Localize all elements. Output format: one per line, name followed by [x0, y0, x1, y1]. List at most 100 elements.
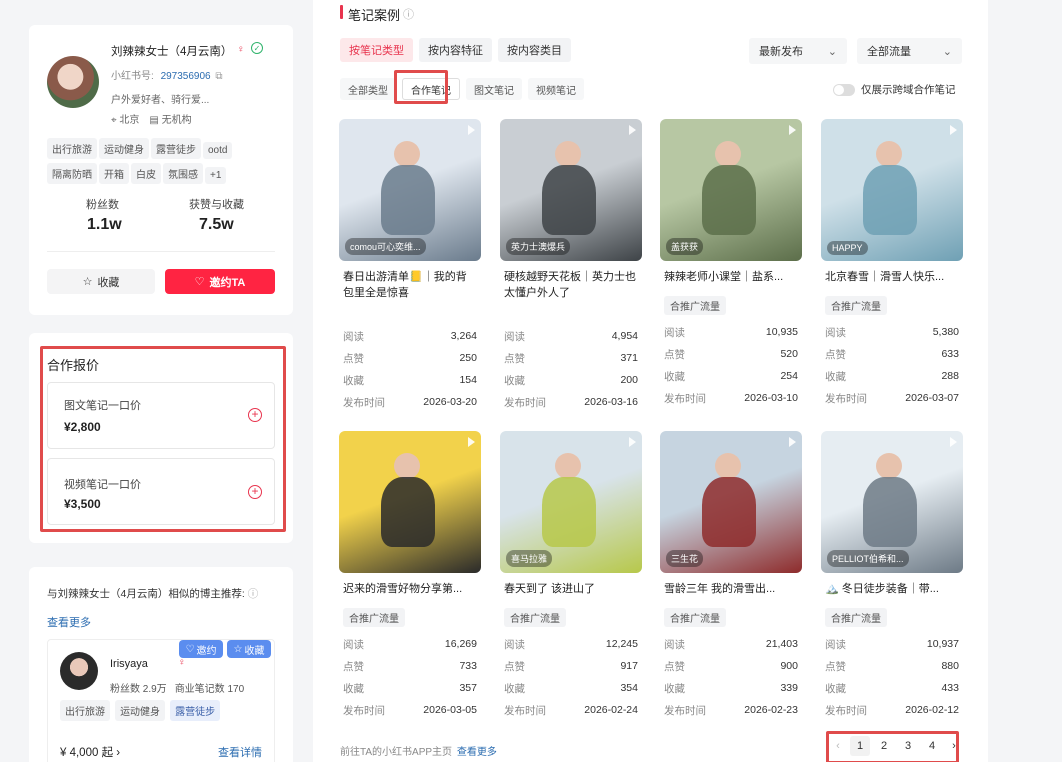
- collect-button-label: 收藏: [97, 276, 120, 289]
- play-icon: [629, 437, 636, 447]
- tab-content-category[interactable]: 按内容类目: [498, 38, 571, 62]
- stat-read-label: 阅读: [664, 638, 685, 651]
- tab-content-feature[interactable]: 按内容特征: [419, 38, 492, 62]
- page-4[interactable]: 4: [922, 740, 942, 752]
- note-card[interactable]: 盖获获 辣辣老师小课堂｜盐系... 合推广流量 阅读 10,935 点赞 520 收藏 254 发…: [660, 119, 802, 409]
- stat-read-label: 阅读: [343, 638, 364, 651]
- stat-fav-value: 354: [620, 682, 638, 694]
- note-title[interactable]: 春日出游清单📒｜我的背包里全是惊喜: [339, 269, 481, 301]
- tab-note-type[interactable]: 按笔记类型: [340, 38, 413, 62]
- title-accent: [340, 5, 343, 19]
- page-3[interactable]: 3: [898, 740, 918, 752]
- note-card[interactable]: PELLIOT伯希和... 🏔️ 冬日徒步装备｜带... 合推广流量 阅读 10,937…: [821, 431, 963, 721]
- pricing-item-price: ¥3,500: [64, 497, 101, 511]
- pricing-item-price: ¥2,800: [64, 420, 101, 434]
- next-page-icon[interactable]: ›: [944, 740, 964, 752]
- similar-card[interactable]: Irisyaya ♀ 粉丝数 2.9万 商业笔记数 170 ♡ 邀约 ☆ 收藏 出行…: [47, 639, 275, 762]
- similar-avatar[interactable]: [60, 652, 98, 690]
- person-head: [555, 453, 581, 479]
- note-card[interactable]: 迟来的滑雪好物分享第... 合推广流量 阅读 16,269 点赞 733 收藏 357 发布时间…: [339, 431, 481, 721]
- traffic-select[interactable]: 全部流量 ⌄: [857, 38, 962, 64]
- invite-button[interactable]: ♡ 邀约TA: [165, 269, 275, 294]
- note-thumbnail[interactable]: PELLIOT伯希和...: [821, 431, 963, 573]
- note-stats: 阅读 12,245 点赞 917 收藏 354 发布时间 2026-02-24: [500, 633, 642, 721]
- star-icon: ☆: [233, 643, 243, 655]
- stat-date-label: 发布时间: [343, 704, 385, 717]
- stat-like-label: 点赞: [825, 660, 846, 673]
- followers-label: 粉丝数: [86, 199, 119, 211]
- stat-like-label: 点赞: [664, 348, 685, 361]
- stat-read-value: 21,403: [765, 638, 798, 650]
- note-thumbnail[interactable]: HAPPY: [821, 119, 963, 261]
- collect-button[interactable]: ☆ 收藏: [47, 269, 155, 294]
- note-stats: 阅读 3,264 点赞 250 收藏 154 发布时间 2026-03-20: [339, 325, 481, 413]
- id-value: 297356906: [160, 71, 211, 82]
- note-thumbnail[interactable]: [339, 431, 481, 573]
- add-icon[interactable]: +: [248, 485, 262, 499]
- add-icon[interactable]: +: [248, 408, 262, 422]
- profile-panel: 刘辣辣女士（4月云南） ♀ ✓ 小红书号: 297356906 ⧉ 户外爱好者、…: [29, 25, 293, 315]
- pricing-panel: 合作报价 图文笔记一口价 ¥2,800 + 视频笔记一口价 ¥3,500 +: [29, 333, 293, 543]
- sort-select[interactable]: 最新发布 ⌄: [749, 38, 847, 64]
- stat-like-label: 点赞: [825, 348, 846, 361]
- note-stats: 阅读 10,937 点赞 880 收藏 433 发布时间 2026-02-12: [821, 633, 963, 721]
- org-text: 无机构: [161, 115, 192, 126]
- profile-tag: 白皮: [131, 163, 161, 184]
- note-thumbnail[interactable]: 三生花: [660, 431, 802, 573]
- location-icon: ⌖: [111, 115, 117, 126]
- note-thumbnail[interactable]: 英力士澳爆兵: [500, 119, 642, 261]
- similar-name: Irisyaya: [110, 658, 148, 670]
- note-thumbnail[interactable]: comou可心奕维...: [339, 119, 481, 261]
- note-card[interactable]: comou可心奕维... 春日出游清单📒｜我的背包里全是惊喜阅读 3,264 点赞 25…: [339, 119, 481, 413]
- followers-value: 1.1w: [87, 216, 122, 233]
- similar-tag: 运动健身: [115, 700, 166, 721]
- person-figure: [702, 477, 756, 547]
- note-card[interactable]: 英力士澳爆兵 硬核越野天花板｜英力士也太懂户外人了 阅读 4,954 点赞 371 收藏 20…: [500, 119, 642, 413]
- org-icon: ▤: [149, 115, 159, 126]
- cross-domain-toggle[interactable]: [833, 83, 855, 96]
- profile-name: 刘辣辣女士（4月云南）: [111, 46, 233, 58]
- page-1[interactable]: 1: [850, 736, 870, 756]
- note-title[interactable]: 硬核越野天花板｜英力士也太懂户外人了: [500, 269, 642, 301]
- stat-fav-value: 339: [780, 682, 798, 694]
- person-head: [876, 453, 902, 479]
- similar-invite-button[interactable]: ♡ 邀约: [179, 640, 223, 658]
- subtab-all[interactable]: 全部类型: [340, 78, 396, 100]
- similar-detail-link[interactable]: 查看详情: [218, 744, 262, 760]
- note-stats: 阅读 10,935 点赞 520 收藏 254 发布时间 2026-03-10: [660, 321, 802, 409]
- subtab-image[interactable]: 图文笔记: [466, 78, 522, 100]
- stat-date-value: 2026-02-23: [744, 704, 798, 716]
- profile-tag: 隔离防晒: [47, 163, 97, 184]
- similar-tag: 出行旅游: [60, 700, 110, 721]
- similar-more-link[interactable]: 查看更多: [47, 614, 91, 630]
- likes-value: 7.5w: [199, 216, 234, 233]
- note-card[interactable]: 三生花 雪龄三年 我的滑雪出... 合推广流量 阅读 21,403 点赞 900 收藏 339 发…: [660, 431, 802, 721]
- note-author: comou可心奕维...: [345, 238, 426, 255]
- profile-tag: ootd: [203, 142, 233, 159]
- footer-link[interactable]: 查看更多: [457, 747, 497, 758]
- similar-collect-button[interactable]: ☆ 收藏: [227, 640, 271, 658]
- note-tag: 合推广流量: [825, 296, 887, 315]
- stat-like-label: 点赞: [343, 352, 364, 365]
- subtab-video[interactable]: 视频笔记: [528, 78, 584, 100]
- play-icon: [950, 125, 957, 135]
- note-card[interactable]: 喜马拉雅 春天到了 该进山了 合推广流量 阅读 12,245 点赞 917 收藏 354 发布时间…: [500, 431, 642, 721]
- person-head: [876, 141, 902, 167]
- stat-date-value: 2026-03-20: [423, 396, 477, 408]
- stat-date-value: 2026-02-12: [905, 704, 959, 716]
- stat-like-label: 点赞: [504, 352, 525, 365]
- prev-page-icon[interactable]: ‹: [828, 740, 848, 752]
- page-2[interactable]: 2: [874, 740, 894, 752]
- note-author: 英力士澳爆兵: [506, 238, 571, 255]
- note-card[interactable]: HAPPY 北京春雪｜滑雪人快乐... 合推广流量 阅读 5,380 点赞 633 收藏 288…: [821, 119, 963, 409]
- stat-fav-label: 收藏: [825, 682, 846, 695]
- subtab-cooperation[interactable]: 合作笔记: [402, 78, 460, 100]
- avatar[interactable]: [47, 56, 99, 108]
- heart-icon: ♡: [185, 643, 195, 655]
- copy-icon[interactable]: ⧉: [215, 71, 222, 82]
- stat-date-value: 2026-03-10: [744, 392, 798, 404]
- stat-date-value: 2026-03-07: [905, 392, 959, 404]
- note-thumbnail[interactable]: 喜马拉雅: [500, 431, 642, 573]
- note-thumbnail[interactable]: 盖获获: [660, 119, 802, 261]
- chevron-right-icon: ›: [116, 747, 121, 759]
